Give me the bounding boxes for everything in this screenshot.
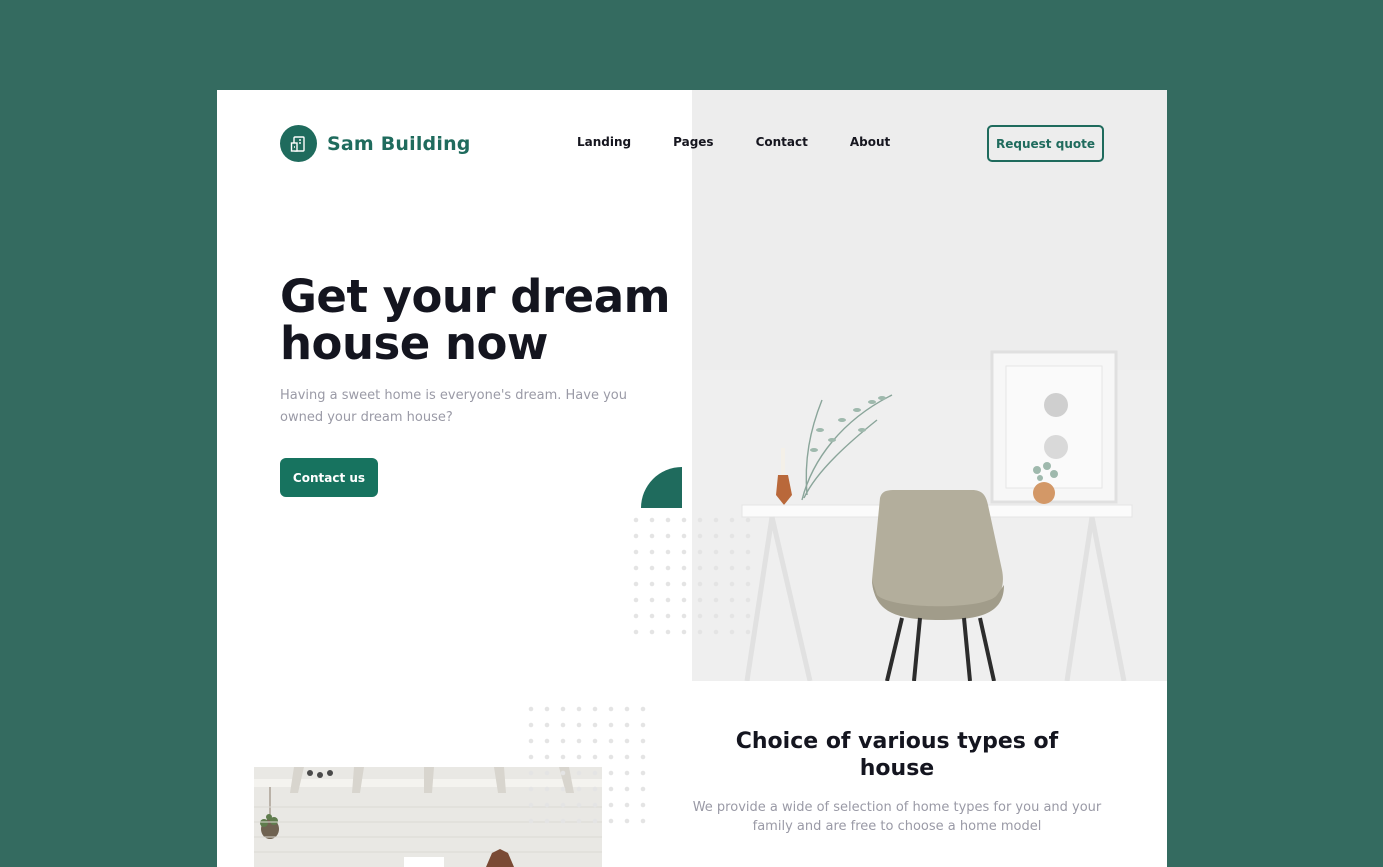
nav-item-contact[interactable]: Contact [756,135,808,149]
building-icon [280,125,317,162]
section-title: Choice of various types of house [735,729,1059,781]
brand-name: Sam Building [327,132,471,155]
dot-grid-decoration-lower [528,706,646,824]
hero-title-line-2: house now [280,317,548,370]
nav-item-about[interactable]: About [850,135,890,149]
contact-us-button[interactable]: Contact us [280,458,378,497]
request-quote-button[interactable]: Request quote [987,125,1104,162]
hero-subtitle: Having a sweet home is everyone's dream.… [280,388,627,425]
nav-item-pages[interactable]: Pages [673,135,713,149]
main-nav: Landing Pages Contact About [577,135,890,149]
section-subtitle: We provide a wide of selection of home t… [692,800,1102,834]
brand-logo[interactable]: Sam Building [280,125,471,162]
hero-title: Get your dream house now [280,273,680,367]
nav-item-landing[interactable]: Landing [577,135,631,149]
dot-grid-decoration [633,517,751,635]
hero-title-line-1: Get your dream [280,270,670,323]
quarter-circle-decoration [641,467,682,508]
hero-image-desk-chair [692,90,1167,681]
site-header: Sam Building Landing Pages Contact About… [280,125,1104,162]
landing-page-card: Sam Building Landing Pages Contact About… [217,90,1167,867]
